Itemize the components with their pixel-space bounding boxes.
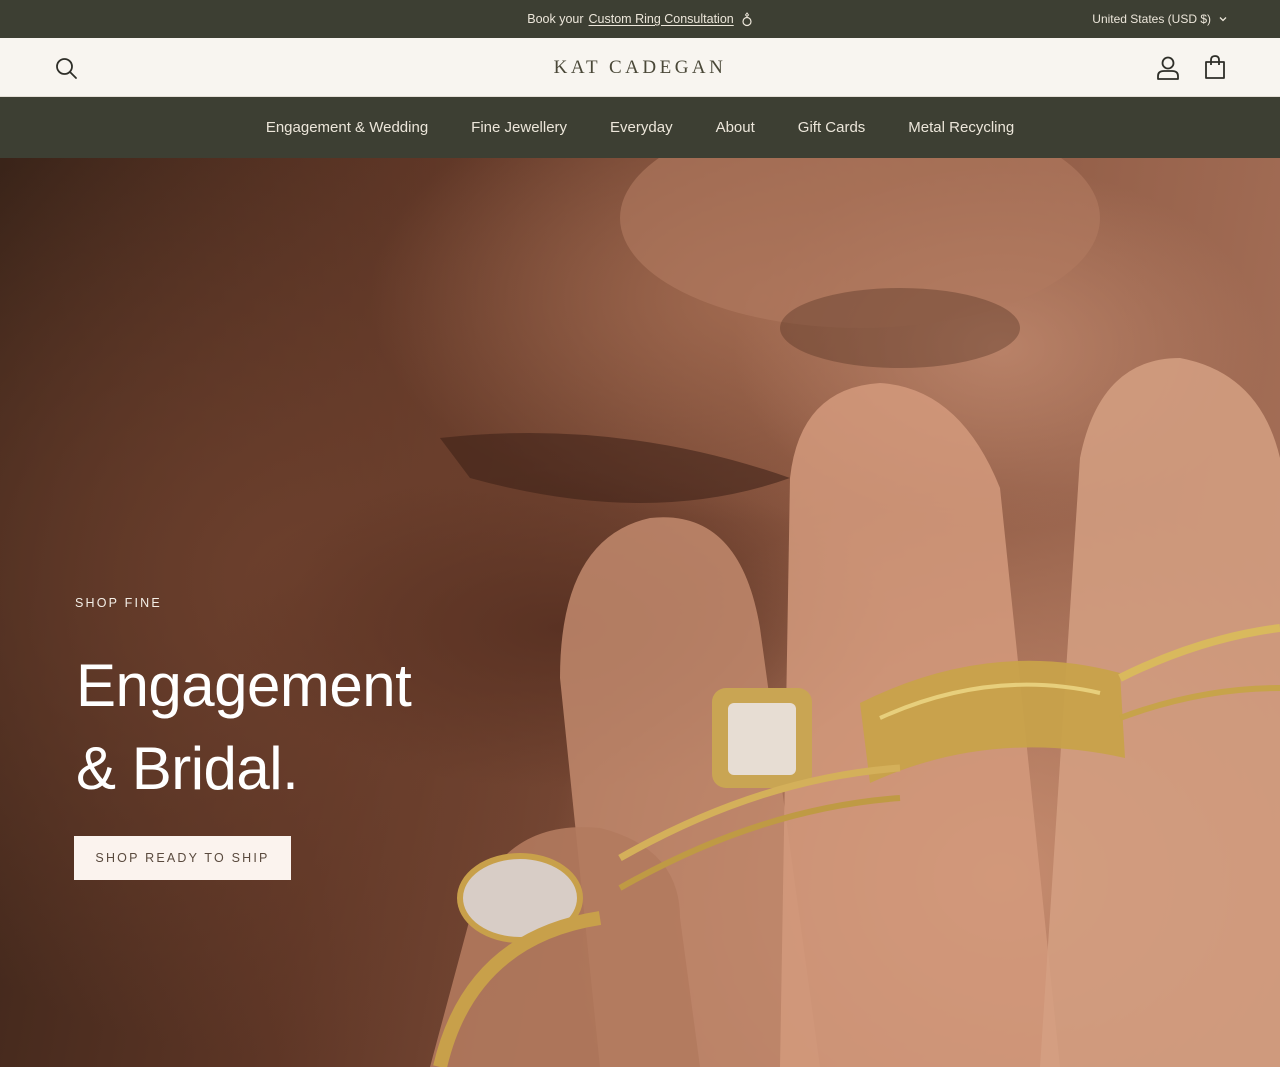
ring-icon: [742, 11, 752, 26]
hero-title: Engagement & Bridal.: [76, 644, 536, 810]
hero-title-line-2: & Bridal.: [76, 735, 299, 802]
announcement-bar: Book your Custom Ring Consultation Unite…: [0, 0, 1280, 38]
nav-item-about[interactable]: About: [716, 119, 755, 136]
hero-title-line-1: Engagement: [76, 652, 412, 719]
hero-banner: SHOP FINE Engagement & Bridal. SHOP READ…: [0, 158, 1280, 1067]
country-selector[interactable]: United States (USD $): [1092, 0, 1228, 38]
hero-image: [430, 158, 1280, 1067]
site-header: KAT CADEGAN: [0, 38, 1280, 97]
shop-ready-to-ship-button[interactable]: SHOP READY TO SHIP: [74, 836, 291, 880]
nav-item-gift-cards[interactable]: Gift Cards: [798, 119, 866, 136]
site-logo[interactable]: KAT CADEGAN: [0, 38, 1280, 97]
nav-item-everyday[interactable]: Everyday: [610, 119, 673, 136]
nav-item-fine-jewellery[interactable]: Fine Jewellery: [471, 119, 567, 136]
cart-icon[interactable]: [1203, 54, 1227, 80]
nav-item-metal-recycling[interactable]: Metal Recycling: [908, 119, 1014, 136]
announcement-prefix: Book your: [527, 12, 584, 26]
consultation-link[interactable]: Custom Ring Consultation: [589, 12, 734, 26]
country-selector-label: United States (USD $): [1092, 12, 1211, 26]
account-icon[interactable]: [1155, 55, 1181, 81]
chevron-down-icon: [1219, 17, 1227, 22]
announcement-message: Book your Custom Ring Consultation: [0, 0, 1280, 38]
main-nav: Engagement & Wedding Fine Jewellery Ever…: [0, 97, 1280, 158]
nav-item-engagement-wedding[interactable]: Engagement & Wedding: [266, 119, 428, 136]
hero-kicker: SHOP FINE: [75, 596, 162, 610]
